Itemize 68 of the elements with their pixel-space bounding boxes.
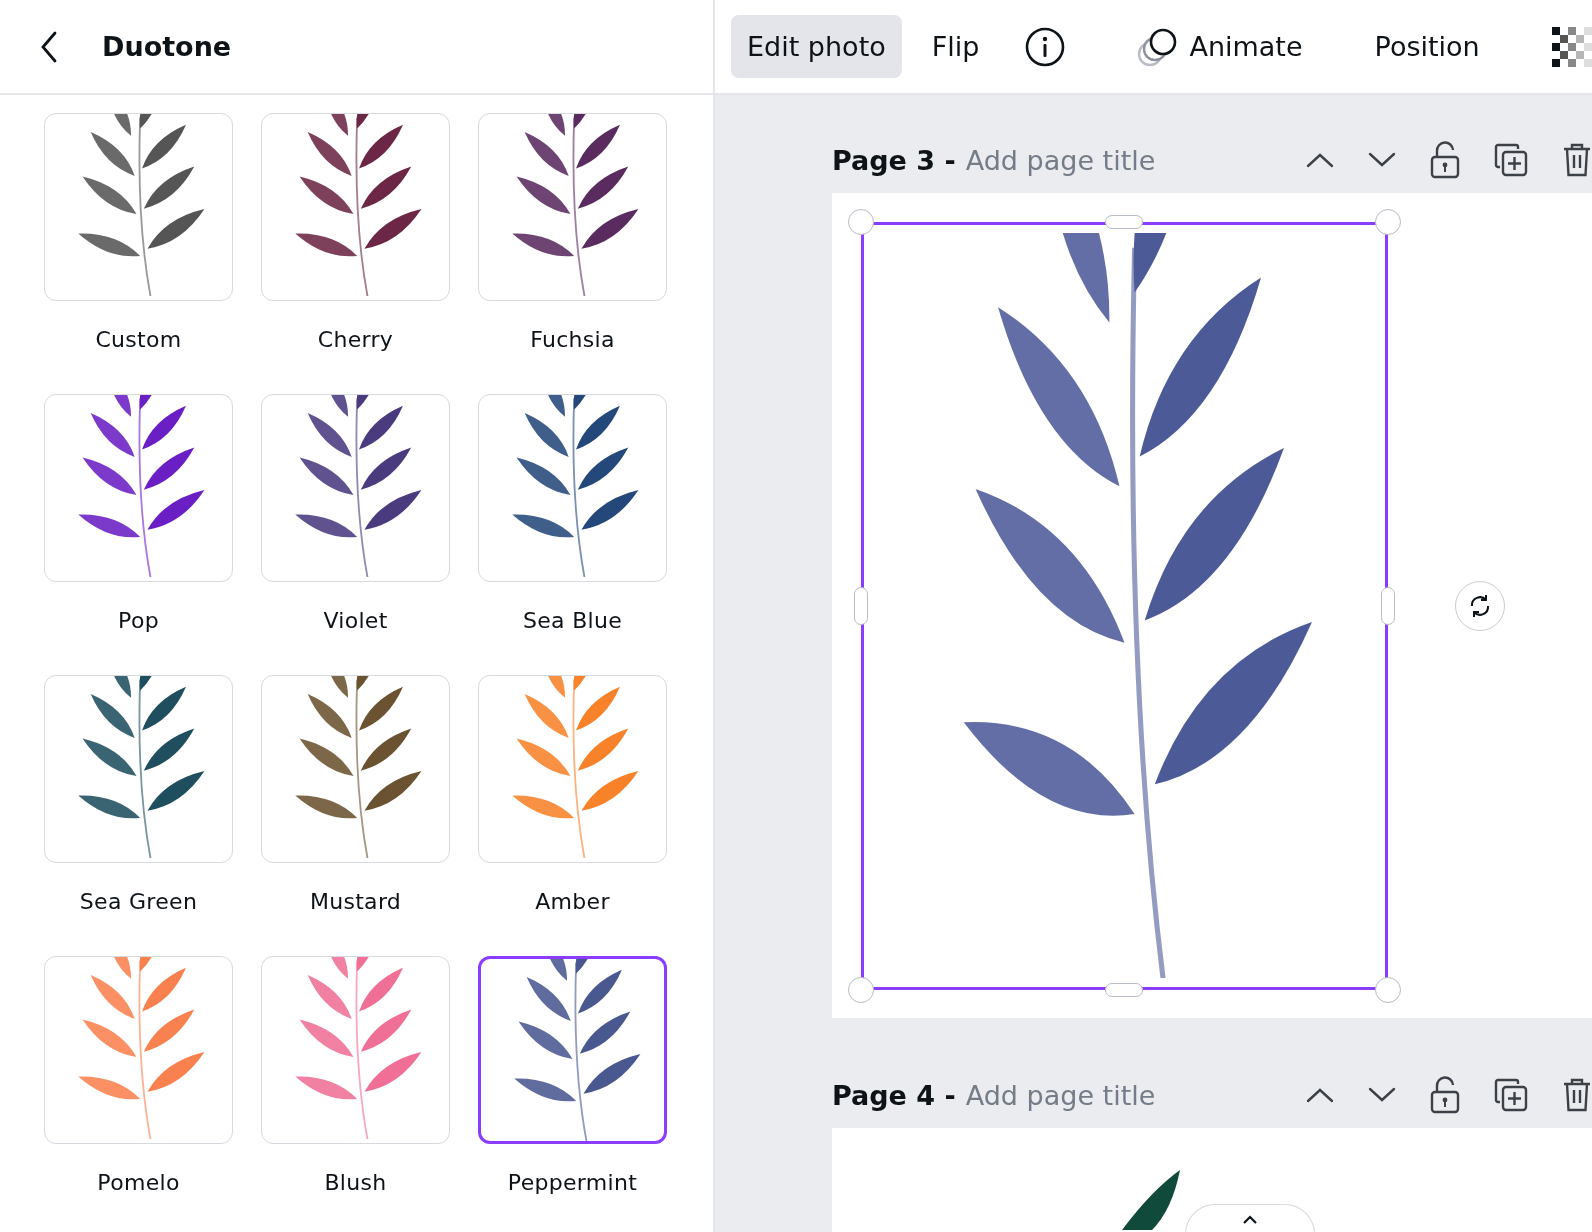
chevron-left-icon (40, 30, 58, 63)
preset-label: Violet (323, 608, 388, 633)
preset-label: Cherry (317, 327, 394, 352)
duotone-preset[interactable]: Pomelo (44, 956, 233, 1195)
page-title-field[interactable]: Add page title (965, 144, 1156, 176)
preset-label: Peppermint (507, 1170, 638, 1195)
duotone-preset[interactable]: Violet (261, 394, 450, 633)
preset-label: Pop (118, 608, 159, 633)
info-icon (1025, 26, 1066, 67)
checkerboard-icon (1551, 26, 1592, 67)
preset-label: Mustard (309, 889, 402, 914)
duotone-preset[interactable]: Fuchsia (478, 113, 667, 352)
preset-label: Pomelo (97, 1170, 180, 1195)
duotone-preset[interactable]: Amber (478, 675, 667, 914)
chevron-down-icon (1368, 1087, 1396, 1103)
preset-label: Sea Green (79, 889, 198, 914)
chevron-up-icon (1306, 1087, 1334, 1103)
duotone-preset[interactable]: Mustard (261, 675, 450, 914)
side-handle[interactable] (854, 587, 868, 625)
toolbar-button[interactable]: Edit photo (731, 15, 902, 78)
side-handle[interactable] (1381, 587, 1395, 625)
rotate-button[interactable] (1455, 581, 1505, 631)
preset-label: Blush (324, 1170, 387, 1195)
delete-page-button[interactable] (1562, 1077, 1592, 1113)
animate-button[interactable]: Animate (1121, 15, 1319, 78)
unlock-button[interactable] (1430, 141, 1460, 179)
resize-handle[interactable] (1375, 209, 1401, 235)
page-title-field[interactable]: Add page title (965, 1079, 1156, 1111)
unlock-button[interactable] (1430, 1076, 1460, 1114)
page-number: Page 4 - (832, 1079, 956, 1111)
panel-title: Duotone (102, 31, 232, 62)
move-up-button[interactable] (1306, 1087, 1334, 1103)
duplicate-page-button[interactable] (1494, 143, 1528, 177)
preset-label: Sea Blue (522, 608, 623, 633)
trash-icon (1562, 142, 1592, 178)
page-number: Page 3 - (832, 144, 956, 176)
chevron-down-icon (1368, 152, 1396, 168)
duplicate-icon (1494, 1078, 1528, 1112)
duotone-preset[interactable]: Sea Green (44, 675, 233, 914)
delete-page-button[interactable] (1562, 142, 1592, 178)
duotone-preset[interactable]: Cherry (261, 113, 450, 352)
duotone-preset[interactable]: Sea Blue (478, 394, 667, 633)
chevron-up-icon (1242, 1214, 1258, 1225)
move-down-button[interactable] (1368, 152, 1396, 168)
resize-handle[interactable] (848, 977, 874, 1003)
leaf-tip-drawing (1122, 1170, 1182, 1230)
duotone-preset[interactable]: Custom (44, 113, 233, 352)
duotone-preset[interactable]: Pop (44, 394, 233, 633)
resize-handle[interactable] (1375, 977, 1401, 1003)
resize-handle[interactable] (848, 209, 874, 235)
toolbar-button[interactable]: Position (1358, 15, 1496, 78)
trash-icon (1562, 1077, 1592, 1113)
duotone-preset[interactable]: Peppermint (478, 956, 667, 1195)
duplicate-page-button[interactable] (1494, 1078, 1528, 1112)
preset-label: Amber (535, 889, 610, 914)
move-down-button[interactable] (1368, 1087, 1396, 1103)
preset-label: Fuchsia (530, 327, 615, 352)
duplicate-icon (1494, 143, 1528, 177)
preset-label: Custom (95, 327, 182, 352)
unlock-icon (1430, 141, 1460, 179)
side-handle[interactable] (1105, 215, 1143, 229)
toolbar-button[interactable]: Flip (915, 15, 996, 78)
unlock-icon (1430, 1076, 1460, 1114)
move-up-button[interactable] (1306, 152, 1334, 168)
duotone-preset[interactable]: Blush (261, 956, 450, 1195)
side-handle[interactable] (1105, 983, 1143, 997)
design-page[interactable] (832, 193, 1592, 1018)
chevron-up-icon (1306, 152, 1334, 168)
